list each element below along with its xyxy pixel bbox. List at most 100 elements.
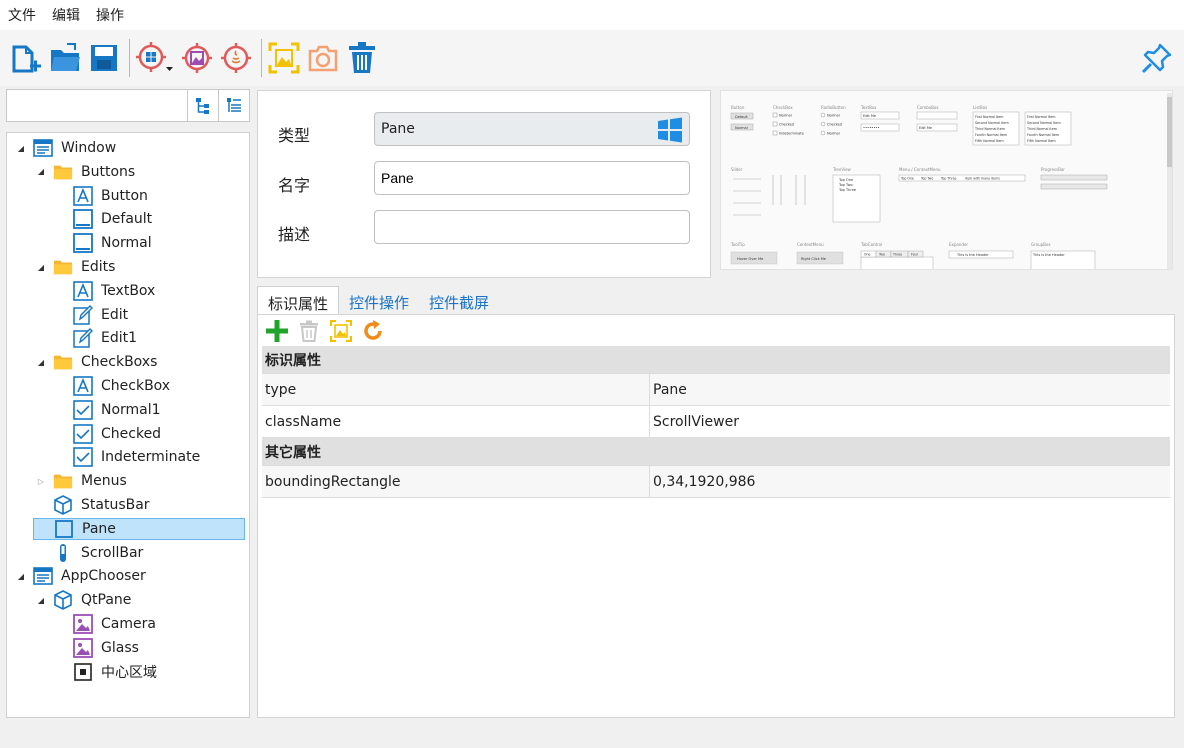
preview-label: CheckBox (773, 105, 793, 110)
preview-label: ComboBox (917, 105, 939, 110)
refresh-icon (364, 320, 382, 340)
checkbox-icon (73, 399, 93, 420)
menu-file[interactable]: 文件 (8, 5, 36, 25)
expand-arrow-icon[interactable]: ◢ (35, 358, 47, 367)
tab-control-screenshot[interactable]: 控件截屏 (419, 286, 499, 316)
tree-node[interactable]: ◢ AppChooser (15, 565, 146, 587)
expand-arrow-icon[interactable]: ◢ (35, 263, 47, 272)
expand-arrow-icon[interactable]: ◢ (15, 572, 27, 581)
preview-list-item: First Normal Item (1027, 115, 1055, 119)
capture-region-button[interactable] (266, 36, 302, 80)
tree-node[interactable]: Button (55, 185, 148, 207)
tree-node[interactable]: TextBox (55, 280, 155, 302)
preview-menu-item: Top Three (940, 177, 957, 181)
tree-node[interactable]: Normal (55, 232, 152, 254)
preview-label: Menu / ContextMenu (899, 167, 941, 172)
target-java-button[interactable] (218, 36, 254, 80)
preview-label: Button (731, 105, 745, 110)
preview-label: Slider (731, 167, 743, 172)
tree-node-label: Pane (82, 520, 116, 537)
target-image-icon (182, 43, 212, 73)
tree-search-input[interactable] (11, 94, 181, 116)
open-button[interactable] (47, 36, 83, 80)
tree-node[interactable]: Normal1 (55, 399, 161, 421)
desc-label: 描述 (278, 225, 311, 244)
tree-node[interactable]: Default (55, 208, 152, 230)
tree-node[interactable]: 中心区域 (55, 661, 157, 683)
tree-node[interactable]: Glass (55, 637, 139, 659)
trash-icon (300, 320, 318, 342)
expand-arrow-icon[interactable]: ◢ (35, 596, 47, 605)
tree-structure-icon (196, 97, 209, 114)
preview-check: Checked (779, 123, 794, 127)
refresh-property-button[interactable] (360, 319, 386, 343)
tree-node[interactable]: StatusBar (35, 494, 150, 516)
tree-node[interactable]: Indeterminate (55, 446, 200, 468)
pin-button[interactable] (1139, 36, 1175, 80)
add-property-button[interactable] (264, 319, 290, 343)
menu-ops[interactable]: 操作 (96, 5, 124, 25)
tree-node[interactable]: ◢ CheckBoxs (35, 351, 157, 373)
new-file-icon (12, 45, 41, 73)
preview-list-item: Fourth Normal Item (975, 133, 1007, 137)
trash-icon (349, 42, 375, 73)
pin-icon (1141, 43, 1172, 74)
tree-node-label: ScrollBar (81, 544, 144, 561)
new-file-button[interactable] (8, 36, 44, 80)
tree-node-label: Buttons (81, 163, 136, 180)
property-row[interactable]: type Pane (262, 374, 1170, 406)
save-button[interactable] (86, 36, 122, 80)
name-input[interactable] (374, 161, 690, 195)
tree-node-label: Button (101, 187, 148, 204)
tree-node[interactable]: ▷ Menus (35, 470, 127, 492)
tree-node[interactable]: Edit (55, 304, 128, 326)
delete-property-button[interactable] (296, 319, 322, 343)
preview-tooltip-button: Hover Over Me (737, 257, 763, 261)
tree-node-label: Normal (101, 235, 152, 252)
delete-button[interactable] (344, 36, 380, 80)
tree-node-label: QtPane (81, 592, 132, 609)
collapse-arrow-icon[interactable]: ▷ (35, 477, 47, 486)
preview-label: Expander (949, 242, 968, 247)
property-row[interactable]: boundingRectangle 0,34,1920,986 (262, 466, 1170, 498)
tab-control-actions[interactable]: 控件操作 (339, 286, 419, 316)
folder-icon (53, 471, 73, 491)
type-value: Pane (381, 121, 415, 137)
tree-view-button[interactable] (187, 90, 218, 121)
tree-node[interactable]: ◢ Edits (35, 256, 115, 278)
pane-square-icon (54, 519, 74, 539)
square-icon (73, 209, 93, 230)
preview-groupbox-header: This is the Header (1032, 253, 1065, 257)
description-input[interactable] (374, 210, 690, 244)
tab-identify-props[interactable]: 标识属性 (257, 286, 340, 316)
tree-node[interactable]: ScrollBar (35, 542, 143, 564)
tree-node[interactable]: Edit1 (55, 327, 137, 349)
property-toolbar (264, 319, 392, 343)
property-row[interactable]: className ScrollViewer (262, 406, 1170, 438)
tree-node-label: Menus (81, 473, 127, 490)
edit-pencil-icon (73, 328, 93, 349)
tree-node[interactable]: Checked (55, 423, 161, 445)
expand-arrow-icon[interactable]: ◢ (35, 167, 47, 176)
tree-node[interactable]: ◢ Buttons (35, 161, 135, 183)
property-category: 其它属性 (262, 438, 1170, 466)
tree-node[interactable]: Pane (33, 517, 245, 540)
tree-node-label: Normal1 (101, 401, 161, 418)
target-image-button[interactable] (179, 36, 215, 80)
capture-property-button[interactable] (328, 319, 354, 343)
tree-node[interactable]: ◢ Window (15, 137, 116, 159)
tree-node-label: Camera (101, 616, 156, 632)
target-java-icon (221, 43, 251, 73)
target-windows-button[interactable] (134, 36, 176, 80)
window-icon (33, 138, 53, 158)
list-view-button[interactable] (218, 90, 249, 121)
tree-node[interactable]: ◢ QtPane (35, 589, 131, 611)
screenshot-button[interactable] (305, 36, 341, 80)
menu-edit[interactable]: 编辑 (52, 5, 80, 25)
tree-node[interactable]: Camera (55, 613, 156, 635)
tree-node[interactable]: CheckBox (55, 375, 170, 397)
preview-tab-item: One (864, 253, 871, 257)
expand-arrow-icon[interactable]: ◢ (15, 144, 27, 153)
preview-radio: Checked (827, 123, 842, 127)
preview-tree-item: Top One (838, 178, 853, 182)
